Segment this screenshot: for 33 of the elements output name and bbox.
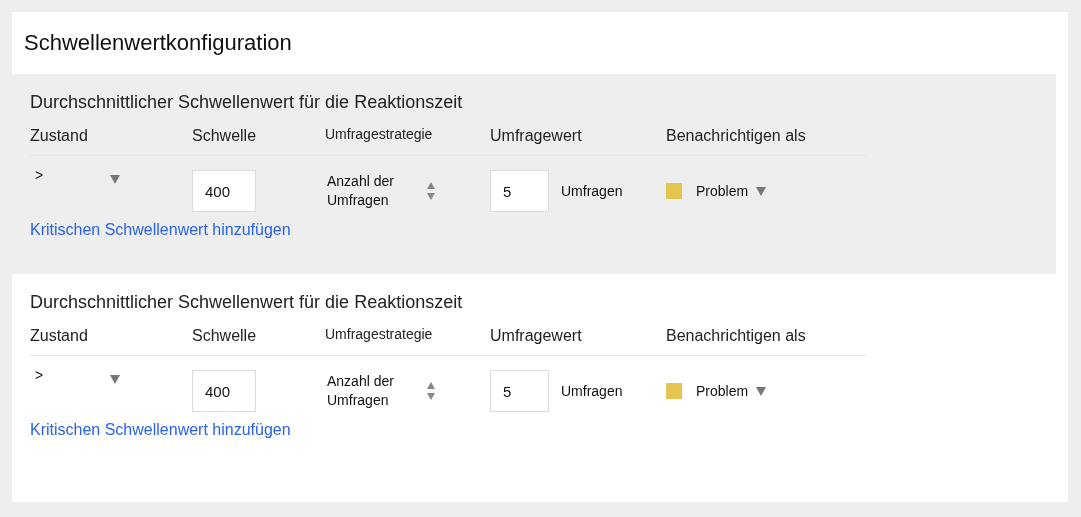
threshold-input[interactable]: 400	[192, 370, 256, 412]
column-header: Schwelle	[192, 126, 257, 146]
dropdown-arrow-icon	[756, 386, 767, 396]
section-heading: Durchschnittlicher Schwellenwert für die Reaktionszeit	[30, 91, 463, 114]
poll-strategy-select[interactable]: Anzahl der Umfragen	[325, 172, 435, 210]
column-header: Zustand	[30, 126, 88, 146]
column-header: Umfragewert	[490, 326, 582, 346]
column-header: Umfragewert	[490, 126, 582, 146]
column-header: Zustand	[30, 326, 88, 346]
section-heading: Durchschnittlicher Schwellenwert für die Reaktionszeit	[30, 291, 463, 314]
column-header: Umfragestrategie	[325, 125, 433, 144]
notify-dropdown[interactable]: Problem	[666, 380, 767, 402]
column-header: Benachrichtigen als	[666, 326, 806, 346]
add-critical-threshold-link[interactable]: Kritischen Schwellenwert hinzufügen	[30, 218, 291, 242]
column-header: Umfragestrategie	[325, 325, 433, 344]
add-critical-threshold-link[interactable]: Kritischen Schwellenwert hinzufügen	[30, 418, 291, 442]
dropdown-arrow-icon	[110, 175, 120, 184]
poll-value-input[interactable]: 5	[490, 170, 549, 212]
poll-unit-label: Umfragen	[561, 181, 623, 201]
threshold-input[interactable]: 400	[192, 170, 256, 212]
dropdown-arrow-icon	[756, 186, 767, 196]
column-header: Schwelle	[192, 326, 257, 346]
notify-dropdown[interactable]: Problem	[666, 180, 767, 202]
sort-arrows-icon	[427, 181, 435, 201]
column-header: Benachrichtigen als	[666, 126, 806, 146]
dropdown-arrow-icon	[110, 375, 120, 384]
sort-arrows-icon	[427, 381, 435, 401]
poll-strategy-select[interactable]: Anzahl der Umfragen	[325, 372, 435, 410]
page-title: Schwellenwertkonfiguration	[23, 29, 293, 57]
poll-unit-label: Umfragen	[561, 381, 623, 401]
condition-dropdown[interactable]: >	[30, 171, 120, 211]
condition-dropdown[interactable]: >	[30, 371, 120, 411]
poll-value-input[interactable]: 5	[490, 370, 549, 412]
